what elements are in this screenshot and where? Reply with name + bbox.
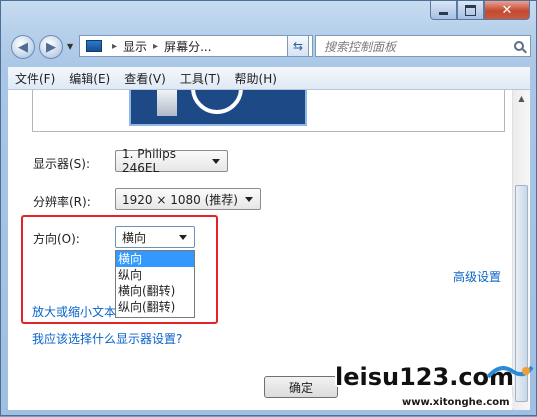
control-panel-icon bbox=[86, 40, 102, 52]
desktop-icon bbox=[157, 90, 177, 116]
menu-tools[interactable]: 工具(T) bbox=[173, 70, 228, 87]
close-icon: ✕ bbox=[501, 2, 513, 18]
breadcrumb-screen-resolution[interactable]: 屏幕分... bbox=[164, 38, 211, 55]
vertical-scrollbar[interactable]: ▲ bbox=[512, 90, 530, 410]
search-placeholder: 搜索控制面板 bbox=[324, 39, 397, 54]
forward-arrow-icon: ▶ bbox=[46, 39, 56, 55]
menu-help[interactable]: 帮助(H) bbox=[228, 70, 284, 87]
scroll-up-icon[interactable]: ▲ bbox=[513, 90, 530, 107]
search-input[interactable]: 搜索控制面板 bbox=[315, 35, 531, 57]
back-arrow-icon: ◀ bbox=[18, 39, 28, 55]
display-label: 显示器(S): bbox=[33, 157, 91, 171]
back-button[interactable]: ◀ bbox=[11, 35, 35, 59]
identify-circle-icon bbox=[191, 90, 243, 114]
which-settings-link[interactable]: 我应该选择什么显示器设置? bbox=[32, 330, 182, 347]
navigation-bar: ◀ ▶ ▼ ▸ 显示 ▸ 屏幕分... ▼ ⇆ 搜索控制面板 bbox=[11, 35, 531, 61]
refresh-button[interactable]: ⇆ bbox=[287, 35, 309, 57]
refresh-icon: ⇆ bbox=[292, 39, 304, 53]
resize-text-link[interactable]: 放大或缩小文本 bbox=[32, 303, 116, 320]
scrollbar-thumb[interactable] bbox=[515, 185, 528, 402]
maximize-icon bbox=[465, 4, 476, 16]
content-pane: 显示器(S): 1. Philips 246EL 分辨率(R): 1920 × … bbox=[8, 90, 530, 410]
resolution-select[interactable]: 1920 × 1080 (推荐) bbox=[115, 188, 261, 210]
address-separator: ▸ bbox=[153, 40, 159, 52]
monitor-thumbnail[interactable] bbox=[129, 90, 307, 126]
search-icon[interactable] bbox=[514, 41, 524, 51]
recent-pages-icon[interactable]: ▼ bbox=[67, 42, 73, 51]
chevron-down-icon bbox=[212, 158, 220, 164]
menu-file[interactable]: 文件(F) bbox=[8, 70, 62, 87]
breadcrumb-display[interactable]: 显示 bbox=[123, 38, 147, 55]
resolution-select-value: 1920 × 1080 (推荐) bbox=[122, 192, 238, 207]
address-separator: ▸ bbox=[112, 40, 118, 52]
menu-edit[interactable]: 编辑(E) bbox=[62, 70, 117, 87]
maximize-button[interactable] bbox=[457, 1, 484, 20]
menu-bar: 文件(F) 编辑(E) 查看(V) 工具(T) 帮助(H) bbox=[8, 67, 530, 90]
resolution-label: 分辨率(R): bbox=[33, 195, 91, 209]
forward-button[interactable]: ▶ bbox=[39, 35, 63, 59]
close-button[interactable]: ✕ bbox=[484, 1, 530, 20]
menu-view[interactable]: 查看(V) bbox=[117, 70, 173, 87]
minimize-icon bbox=[439, 11, 448, 15]
display-select-value: 1. Philips 246EL bbox=[122, 147, 176, 175]
chevron-down-icon bbox=[245, 196, 253, 202]
minimize-button[interactable] bbox=[430, 1, 457, 20]
control-panel-window: ✕ ◀ ▶ ▼ ▸ 显示 ▸ 屏幕分... ▼ ⇆ 搜索控制面板 文件(F) 编… bbox=[0, 0, 537, 416]
caption-buttons: ✕ bbox=[430, 1, 530, 20]
display-preview bbox=[32, 90, 505, 132]
address-bar[interactable]: ▸ 显示 ▸ 屏幕分... ▼ bbox=[79, 35, 313, 57]
ok-button[interactable]: 确定 bbox=[264, 376, 338, 398]
display-select[interactable]: 1. Philips 246EL bbox=[115, 147, 228, 175]
advanced-settings-link[interactable]: 高级设置 bbox=[453, 268, 501, 285]
